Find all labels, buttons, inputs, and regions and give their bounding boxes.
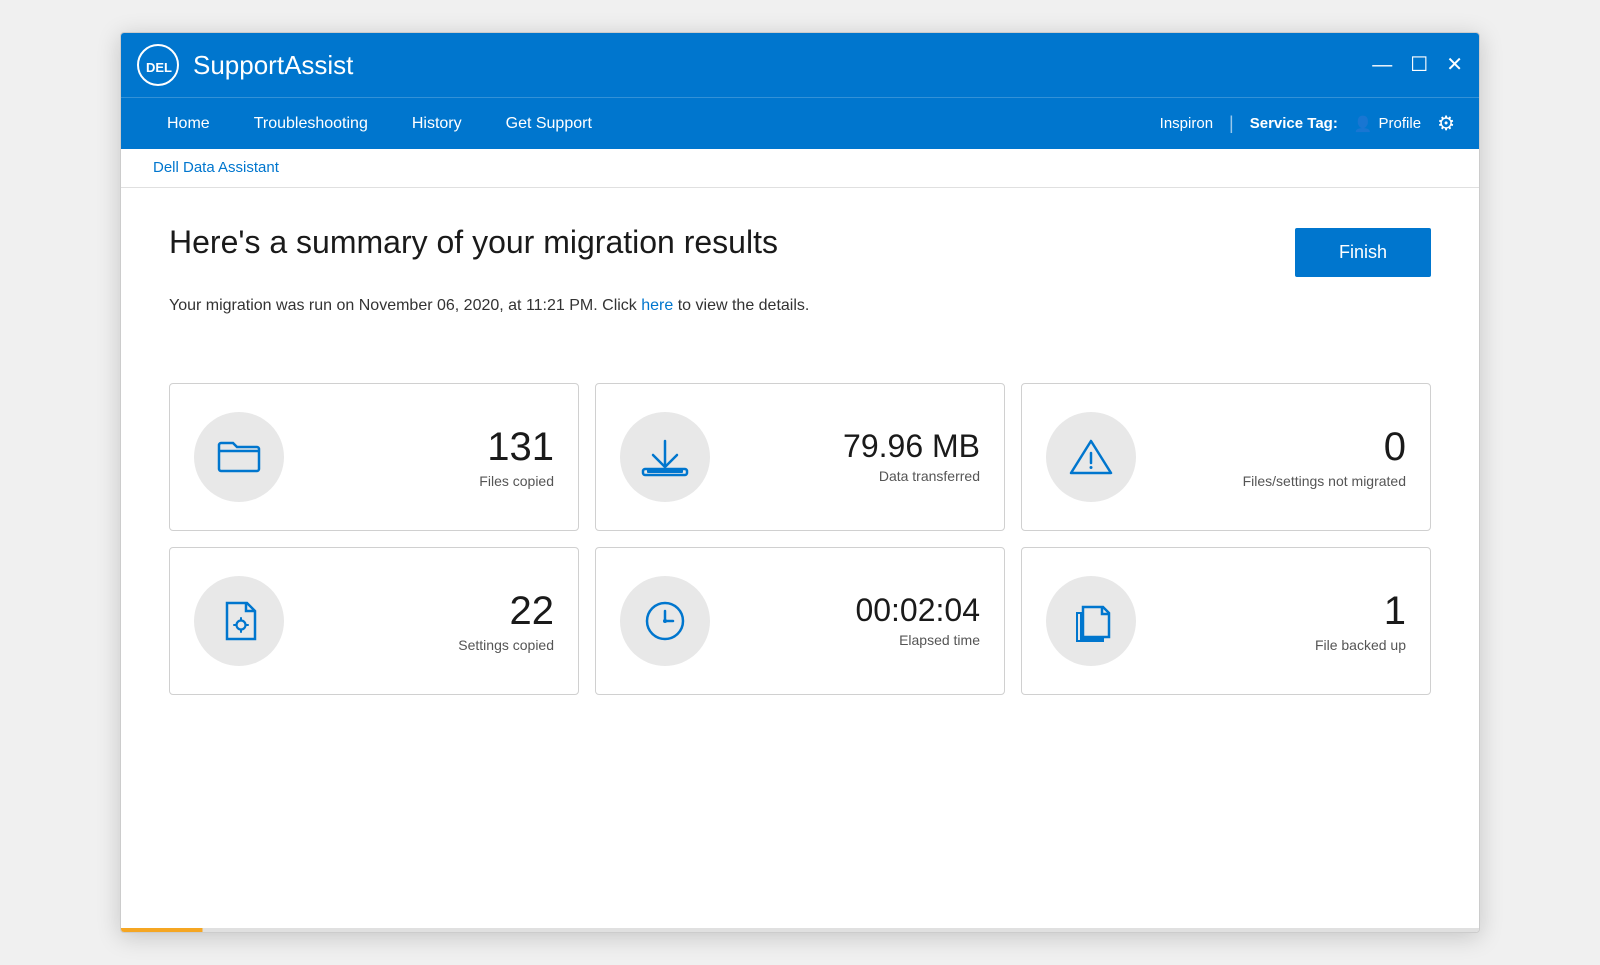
stat-card-not-migrated: 0 Files/settings not migrated <box>1021 383 1431 531</box>
stat-info-settings-copied: 22 Settings copied <box>308 589 554 653</box>
window-controls: — ☐ ✕ <box>1372 55 1463 75</box>
stat-card-elapsed-time: 00:02:04 Elapsed time <box>595 547 1005 695</box>
profile-label: Profile <box>1379 115 1422 132</box>
profile-nav[interactable]: 👤 Profile <box>1354 115 1421 133</box>
copy-file-icon <box>1065 595 1117 647</box>
files-copied-value: 131 <box>308 425 554 469</box>
subtitle-prefix: Your migration was run on November 06, 2… <box>169 297 641 314</box>
title-bar: DELL SupportAssist — ☐ ✕ <box>121 33 1479 97</box>
download-icon <box>639 431 691 483</box>
settings-file-icon-circle <box>194 576 284 666</box>
elapsed-time-label: Elapsed time <box>734 632 980 648</box>
stat-info-not-migrated: 0 Files/settings not migrated <box>1160 425 1406 489</box>
details-link[interactable]: here <box>641 297 673 314</box>
nav-right: Inspiron | Service Tag: 👤 Profile ⚙ <box>1160 111 1455 136</box>
nav-divider: | <box>1229 113 1234 134</box>
settings-file-icon <box>213 595 265 647</box>
nav-troubleshooting[interactable]: Troubleshooting <box>232 98 390 150</box>
data-transferred-value: 79.96 MB <box>734 429 980 464</box>
clock-icon-circle <box>620 576 710 666</box>
app-window: DELL SupportAssist — ☐ ✕ Home Troublesho… <box>120 32 1480 933</box>
not-migrated-value: 0 <box>1160 425 1406 469</box>
settings-copied-label: Settings copied <box>308 637 554 653</box>
file-backed-up-value: 1 <box>1160 589 1406 633</box>
finish-button[interactable]: Finish <box>1295 228 1431 277</box>
folder-icon <box>213 431 265 483</box>
settings-copied-value: 22 <box>308 589 554 633</box>
summary-header: Here's a summary of your migration resul… <box>169 224 1431 277</box>
nav-bar: Home Troubleshooting History Get Support… <box>121 97 1479 149</box>
settings-icon[interactable]: ⚙ <box>1437 111 1455 136</box>
clock-icon <box>639 595 691 647</box>
stat-info-file-backed-up: 1 File backed up <box>1160 589 1406 653</box>
stat-card-settings-copied: 22 Settings copied <box>169 547 579 695</box>
stats-grid: 131 Files copied 79.96 MB Data transfe <box>169 383 1431 695</box>
copy-file-icon-circle <box>1046 576 1136 666</box>
summary-title: Here's a summary of your migration resul… <box>169 224 778 261</box>
minimize-button[interactable]: — <box>1372 55 1392 75</box>
data-transferred-label: Data transferred <box>734 468 980 484</box>
summary-subtitle: Your migration was run on November 06, 2… <box>169 293 1431 319</box>
stat-card-files-copied: 131 Files copied <box>169 383 579 531</box>
not-migrated-label: Files/settings not migrated <box>1160 473 1406 489</box>
elapsed-time-value: 00:02:04 <box>734 593 980 628</box>
nav-left: Home Troubleshooting History Get Support <box>145 98 1160 150</box>
service-tag-label: Service Tag: <box>1250 115 1338 132</box>
stat-card-file-backed-up: 1 File backed up <box>1021 547 1431 695</box>
file-backed-up-label: File backed up <box>1160 637 1406 653</box>
nav-getsupport[interactable]: Get Support <box>484 98 614 150</box>
bottom-accent <box>121 928 1479 932</box>
nav-history[interactable]: History <box>390 98 484 150</box>
app-title: SupportAssist <box>193 50 1372 81</box>
maximize-button[interactable]: ☐ <box>1410 55 1428 75</box>
nav-home[interactable]: Home <box>145 98 232 150</box>
dell-logo: DELL <box>137 44 179 86</box>
svg-text:DELL: DELL <box>146 60 172 75</box>
stat-card-data-transferred: 79.96 MB Data transferred <box>595 383 1005 531</box>
stat-info-files-copied: 131 Files copied <box>308 425 554 489</box>
device-name: Inspiron <box>1160 115 1213 132</box>
warning-icon <box>1065 431 1117 483</box>
profile-icon: 👤 <box>1354 115 1373 133</box>
breadcrumb: Dell Data Assistant <box>153 159 279 176</box>
stat-info-elapsed-time: 00:02:04 Elapsed time <box>734 593 980 648</box>
main-content: Here's a summary of your migration resul… <box>121 188 1479 928</box>
breadcrumb-bar: Dell Data Assistant <box>121 149 1479 188</box>
stat-info-data-transferred: 79.96 MB Data transferred <box>734 429 980 484</box>
folder-icon-circle <box>194 412 284 502</box>
download-icon-circle <box>620 412 710 502</box>
files-copied-label: Files copied <box>308 473 554 489</box>
close-button[interactable]: ✕ <box>1446 55 1463 75</box>
subtitle-suffix: to view the details. <box>673 297 809 314</box>
warning-icon-circle <box>1046 412 1136 502</box>
